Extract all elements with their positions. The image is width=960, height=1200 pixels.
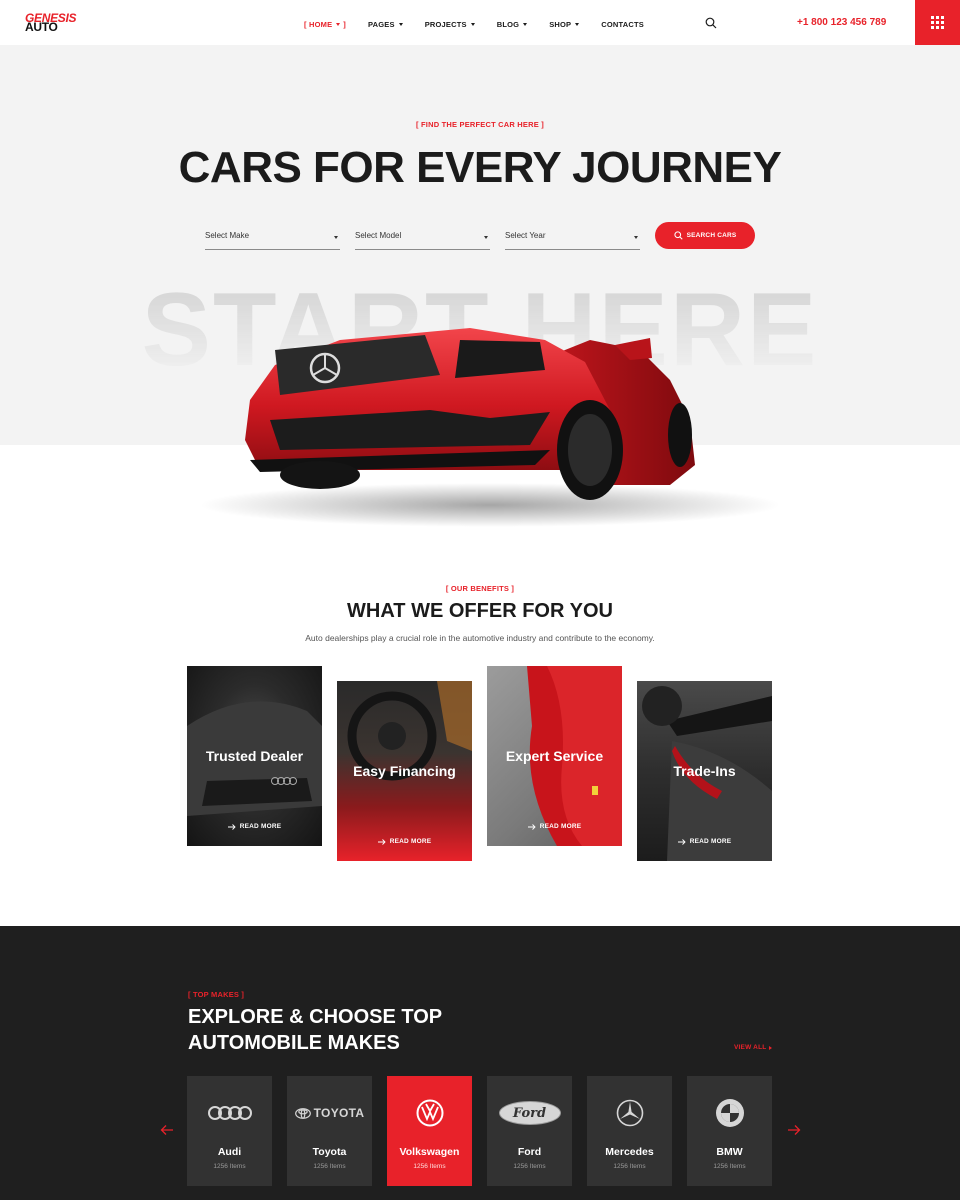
make-card-ford[interactable]: Ford Ford 1256 Items bbox=[487, 1076, 572, 1186]
chevron-down-icon bbox=[634, 236, 638, 239]
volkswagen-logo-icon bbox=[387, 1096, 472, 1130]
make-name: Toyota bbox=[312, 1146, 347, 1158]
make-card-audi[interactable]: Audi 1256 Items bbox=[187, 1076, 272, 1186]
top-makes-section bbox=[0, 926, 960, 1200]
make-count: 1256 Items bbox=[513, 1163, 546, 1170]
site-logo[interactable]: GENESIS AUTO bbox=[25, 12, 85, 34]
nav-label: BLOG bbox=[496, 19, 520, 29]
read-more-label: READ MORE bbox=[539, 823, 582, 830]
nav-label: CONTACTS bbox=[601, 19, 644, 29]
arrow-right-icon bbox=[527, 823, 536, 830]
search-icon bbox=[673, 231, 683, 240]
nav-item-projects[interactable]: PROJECTS bbox=[425, 18, 475, 30]
view-all-link[interactable]: VIEW ALL bbox=[734, 1044, 773, 1051]
phone-number[interactable]: +1 800 123 456 789 bbox=[797, 17, 886, 28]
makes-title: EXPLORE & CHOOSE TOP AUTOMOBILE MAKES bbox=[188, 1006, 442, 1054]
chevron-down-icon bbox=[575, 22, 580, 26]
benefit-card-trusted-dealer[interactable]: Trusted Dealer READ MORE bbox=[187, 666, 322, 846]
select-model[interactable]: Select Model bbox=[355, 224, 490, 250]
bmw-logo-icon bbox=[687, 1096, 772, 1130]
nav-bracket: ] bbox=[343, 19, 346, 29]
hero-car-image bbox=[200, 328, 780, 527]
toyota-logo-icon: TOYOTA bbox=[287, 1096, 372, 1130]
audi-logo-icon bbox=[187, 1096, 272, 1130]
make-name: Audi bbox=[217, 1146, 242, 1158]
grid-menu-icon[interactable] bbox=[915, 0, 960, 45]
view-all-label: VIEW ALL bbox=[734, 1044, 767, 1051]
arrow-right-icon bbox=[377, 838, 386, 845]
mercedes-logo-icon bbox=[587, 1096, 672, 1130]
select-make-placeholder: Select Make bbox=[205, 231, 250, 240]
makes-kicker: [ TOP MAKES ] bbox=[188, 990, 245, 999]
chevron-right-icon bbox=[769, 1045, 773, 1050]
benefit-card-expert-service[interactable]: Expert Service READ MORE bbox=[487, 666, 622, 846]
ford-logo-icon: Ford bbox=[487, 1096, 572, 1130]
make-name: Volkswagen bbox=[399, 1146, 460, 1158]
read-more-link[interactable]: READ MORE bbox=[187, 823, 322, 830]
nav-item-shop[interactable]: SHOP bbox=[549, 18, 580, 30]
hero-kicker: [ FIND THE PERFECT CAR HERE ] bbox=[416, 120, 544, 129]
read-more-label: READ MORE bbox=[689, 838, 732, 845]
arrow-right-icon bbox=[227, 823, 236, 830]
make-card-mercedes[interactable]: Mercedes 1256 Items bbox=[587, 1076, 672, 1186]
read-more-link[interactable]: READ MORE bbox=[637, 838, 772, 845]
read-more-label: READ MORE bbox=[389, 838, 432, 845]
chevron-down-icon bbox=[398, 22, 403, 26]
nav-label: PAGES bbox=[368, 19, 395, 29]
search-icon[interactable] bbox=[705, 17, 717, 29]
main-nav: [ HOME] PAGES PROJECTS BLOG SHOP CONTACT… bbox=[304, 18, 644, 30]
make-card-bmw[interactable]: BMW 1256 Items bbox=[687, 1076, 772, 1186]
make-name: Mercedes bbox=[605, 1146, 654, 1158]
hero-title: CARS FOR EVERY JOURNEY bbox=[178, 143, 782, 192]
arrow-left-icon[interactable] bbox=[160, 1124, 174, 1136]
make-count: 1256 Items bbox=[413, 1163, 446, 1170]
make-count: 1256 Items bbox=[313, 1163, 346, 1170]
benefit-card-easy-financing[interactable]: Easy Financing READ MORE bbox=[337, 681, 472, 861]
card-title: Trade-Ins bbox=[673, 763, 736, 779]
nav-label: PROJECTS bbox=[424, 19, 467, 29]
chevron-down-icon bbox=[334, 236, 338, 239]
arrow-right-icon bbox=[677, 838, 686, 845]
nav-item-pages[interactable]: PAGES bbox=[368, 18, 403, 30]
select-year[interactable]: Select Year bbox=[505, 224, 640, 250]
read-more-label: READ MORE bbox=[239, 823, 282, 830]
nav-label: [ HOME bbox=[304, 19, 333, 29]
benefits-title: WHAT WE OFFER FOR YOU bbox=[347, 600, 613, 622]
nav-label: SHOP bbox=[549, 19, 572, 29]
select-model-placeholder: Select Model bbox=[355, 231, 402, 240]
logo-bottom-text: AUTO bbox=[25, 20, 58, 34]
make-count: 1256 Items bbox=[613, 1163, 646, 1170]
ford-logo-text: Ford bbox=[512, 1105, 547, 1121]
make-count: 1256 Items bbox=[713, 1163, 746, 1170]
chevron-down-icon bbox=[336, 22, 341, 26]
search-cars-button[interactable]: SEARCH CARS bbox=[655, 222, 755, 249]
nav-item-blog[interactable]: BLOG bbox=[496, 18, 528, 30]
make-name: Ford bbox=[517, 1146, 542, 1158]
card-title: Trusted Dealer bbox=[205, 748, 304, 764]
read-more-link[interactable]: READ MORE bbox=[487, 823, 622, 830]
make-card-toyota[interactable]: TOYOTA Toyota 1256 Items bbox=[287, 1076, 372, 1186]
benefit-card-trade-ins[interactable]: Trade-Ins READ MORE bbox=[637, 681, 772, 861]
search-cars-label: SEARCH CARS bbox=[686, 232, 737, 239]
nav-item-home[interactable]: [ HOME] bbox=[304, 18, 346, 30]
card-title: Expert Service bbox=[505, 748, 604, 764]
chevron-down-icon bbox=[484, 236, 488, 239]
benefits-kicker: [ OUR BENEFITS ] bbox=[445, 584, 515, 593]
read-more-link[interactable]: READ MORE bbox=[337, 838, 472, 845]
chevron-down-icon bbox=[523, 22, 528, 26]
chevron-down-icon bbox=[470, 22, 475, 26]
select-make[interactable]: Select Make bbox=[205, 224, 340, 250]
site-header: GENESIS AUTO [ HOME] PAGES PROJECTS BLOG… bbox=[0, 0, 960, 45]
toyota-logo-text: TOYOTA bbox=[313, 1106, 365, 1120]
make-count: 1256 Items bbox=[213, 1163, 246, 1170]
nav-item-contacts[interactable]: CONTACTS bbox=[601, 18, 644, 30]
select-year-placeholder: Select Year bbox=[505, 231, 546, 240]
benefits-subtitle: Auto dealerships play a crucial role in … bbox=[305, 633, 655, 643]
arrow-right-icon[interactable] bbox=[787, 1124, 801, 1136]
make-card-volkswagen[interactable]: Volkswagen 1256 Items bbox=[387, 1076, 472, 1186]
make-name: BMW bbox=[716, 1146, 743, 1158]
card-title: Easy Financing bbox=[353, 763, 456, 779]
